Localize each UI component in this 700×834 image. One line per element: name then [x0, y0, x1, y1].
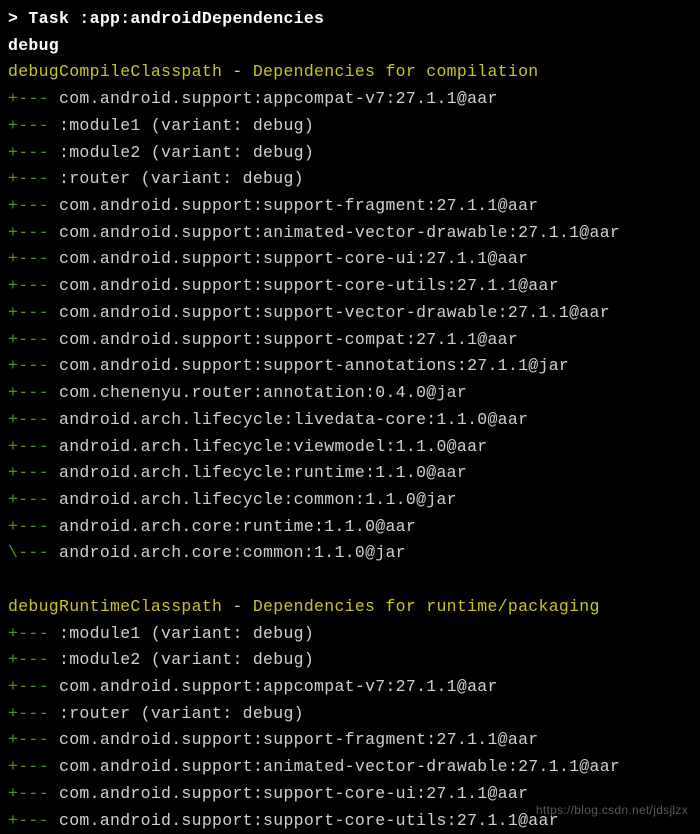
tree-prefix: +--- — [8, 437, 59, 456]
tree-prefix: +--- — [8, 490, 59, 509]
tree-prefix: +--- — [8, 143, 59, 162]
tree-prefix: +--- — [8, 463, 59, 482]
tree-prefix: +--- — [8, 757, 59, 776]
tree-prefix: +--- — [8, 196, 59, 215]
tree-prefix: +--- — [8, 303, 59, 322]
terminal-line: +--- com.android.support:support-core-ut… — [8, 273, 692, 300]
tree-prefix: +--- — [8, 624, 59, 643]
dependency-text: com.android.support:support-fragment:27.… — [59, 196, 538, 215]
dependency-text: com.chenenyu.router:annotation:0.4.0@jar — [59, 383, 467, 402]
terminal-line: +--- android.arch.lifecycle:viewmodel:1.… — [8, 434, 692, 461]
tree-prefix: +--- — [8, 730, 59, 749]
tree-prefix: +--- — [8, 517, 59, 536]
terminal-line: +--- com.android.support:support-compat:… — [8, 327, 692, 354]
tree-prefix: +--- — [8, 116, 59, 135]
dependency-text: com.android.support:animated-vector-draw… — [59, 223, 620, 242]
terminal-line: debug — [8, 33, 692, 60]
terminal-line: +--- com.android.support:support-vector-… — [8, 300, 692, 327]
tree-prefix: +--- — [8, 276, 59, 295]
classpath-name: debugRuntimeClasspath — [8, 597, 222, 616]
tree-prefix: +--- — [8, 223, 59, 242]
terminal-line: +--- :router (variant: debug) — [8, 701, 692, 728]
tree-prefix: +--- — [8, 650, 59, 669]
watermark-text: https://blog.csdn.net/jdsjlzx — [536, 801, 688, 820]
terminal-line: +--- android.arch.lifecycle:runtime:1.1.… — [8, 460, 692, 487]
dependency-text: com.android.support:appcompat-v7:27.1.1@… — [59, 677, 498, 696]
terminal-output: > Task :app:androidDependencies debug debu… — [8, 6, 692, 834]
dependency-text: com.android.support:support-annotations:… — [59, 356, 569, 375]
dependency-text: :module2 (variant: debug) — [59, 143, 314, 162]
terminal-line: +--- com.android.support:animated-vector… — [8, 754, 692, 781]
dependency-text: android.arch.lifecycle:runtime:1.1.0@aar — [59, 463, 467, 482]
terminal-line: > Task :app:androidDependencies — [8, 6, 692, 33]
classpath-description: Dependencies for compilation — [253, 62, 539, 81]
dependency-text: com.android.support:support-core-ui:27.1… — [59, 784, 528, 803]
tree-prefix: +--- — [8, 811, 59, 830]
dependency-text: android.arch.core:common:1.1.0@jar — [59, 543, 406, 562]
classpath-name: debugCompileClasspath — [8, 62, 222, 81]
terminal-line: +--- :module1 (variant: debug) — [8, 621, 692, 648]
terminal-line: debugRuntimeClasspath - Dependencies for… — [8, 594, 692, 621]
tree-prefix: \--- — [8, 543, 59, 562]
dependency-text: android.arch.core:runtime:1.1.0@aar — [59, 517, 416, 536]
dependency-text: :module1 (variant: debug) — [59, 624, 314, 643]
dependency-text: android.arch.lifecycle:livedata-core:1.1… — [59, 410, 528, 429]
variant-name: debug — [8, 36, 59, 55]
tree-prefix: +--- — [8, 677, 59, 696]
dependency-text: :module1 (variant: debug) — [59, 116, 314, 135]
prompt-symbol: > — [8, 9, 28, 28]
terminal-line: +--- com.android.support:support-fragmen… — [8, 193, 692, 220]
dependency-text: com.android.support:support-compat:27.1.… — [59, 330, 518, 349]
terminal-line: +--- com.android.support:appcompat-v7:27… — [8, 86, 692, 113]
terminal-line: +--- :module1 (variant: debug) — [8, 113, 692, 140]
separator: - — [222, 62, 253, 81]
classpath-description: Dependencies for runtime/packaging — [253, 597, 600, 616]
dependency-text: com.android.support:animated-vector-draw… — [59, 757, 620, 776]
tree-prefix: +--- — [8, 704, 59, 723]
terminal-line: +--- com.android.support:support-core-ui… — [8, 246, 692, 273]
terminal-line: \--- android.arch.core:common:1.1.0@jar — [8, 540, 692, 567]
tree-prefix: +--- — [8, 383, 59, 402]
dependency-text: com.android.support:support-core-utils:2… — [59, 276, 559, 295]
terminal-line: debugCompileClasspath - Dependencies for… — [8, 59, 692, 86]
terminal-line: +--- com.chenenyu.router:annotation:0.4.… — [8, 380, 692, 407]
tree-prefix: +--- — [8, 784, 59, 803]
tree-prefix: +--- — [8, 169, 59, 188]
dependency-text: com.android.support:appcompat-v7:27.1.1@… — [59, 89, 498, 108]
dependency-text: com.android.support:support-core-ui:27.1… — [59, 249, 528, 268]
dependency-text: :module2 (variant: debug) — [59, 650, 314, 669]
terminal-line: +--- com.android.support:animated-vector… — [8, 220, 692, 247]
dependency-text: :router (variant: debug) — [59, 704, 304, 723]
terminal-line: +--- android.arch.lifecycle:livedata-cor… — [8, 407, 692, 434]
dependency-text: android.arch.lifecycle:common:1.1.0@jar — [59, 490, 457, 509]
tree-prefix: +--- — [8, 330, 59, 349]
terminal-line: +--- :module2 (variant: debug) — [8, 647, 692, 674]
terminal-line — [8, 567, 692, 594]
terminal-line: +--- android.arch.lifecycle:common:1.1.0… — [8, 487, 692, 514]
dependency-text: com.android.support:support-vector-drawa… — [59, 303, 610, 322]
terminal-line: +--- com.android.support:support-fragmen… — [8, 727, 692, 754]
dependency-text: android.arch.lifecycle:viewmodel:1.1.0@a… — [59, 437, 487, 456]
separator: - — [222, 597, 253, 616]
terminal-line: +--- :module2 (variant: debug) — [8, 140, 692, 167]
tree-prefix: +--- — [8, 356, 59, 375]
task-name: Task :app:androidDependencies — [28, 9, 324, 28]
terminal-line: +--- :router (variant: debug) — [8, 166, 692, 193]
dependency-text: :router (variant: debug) — [59, 169, 304, 188]
dependency-text: com.android.support:support-fragment:27.… — [59, 730, 538, 749]
tree-prefix: +--- — [8, 249, 59, 268]
terminal-line: +--- com.android.support:appcompat-v7:27… — [8, 674, 692, 701]
terminal-line: +--- com.android.support:support-annotat… — [8, 353, 692, 380]
tree-prefix: +--- — [8, 89, 59, 108]
dependency-text: com.android.support:support-core-utils:2… — [59, 811, 559, 830]
tree-prefix: +--- — [8, 410, 59, 429]
terminal-line: +--- android.arch.core:runtime:1.1.0@aar — [8, 514, 692, 541]
blank-line — [8, 570, 18, 589]
